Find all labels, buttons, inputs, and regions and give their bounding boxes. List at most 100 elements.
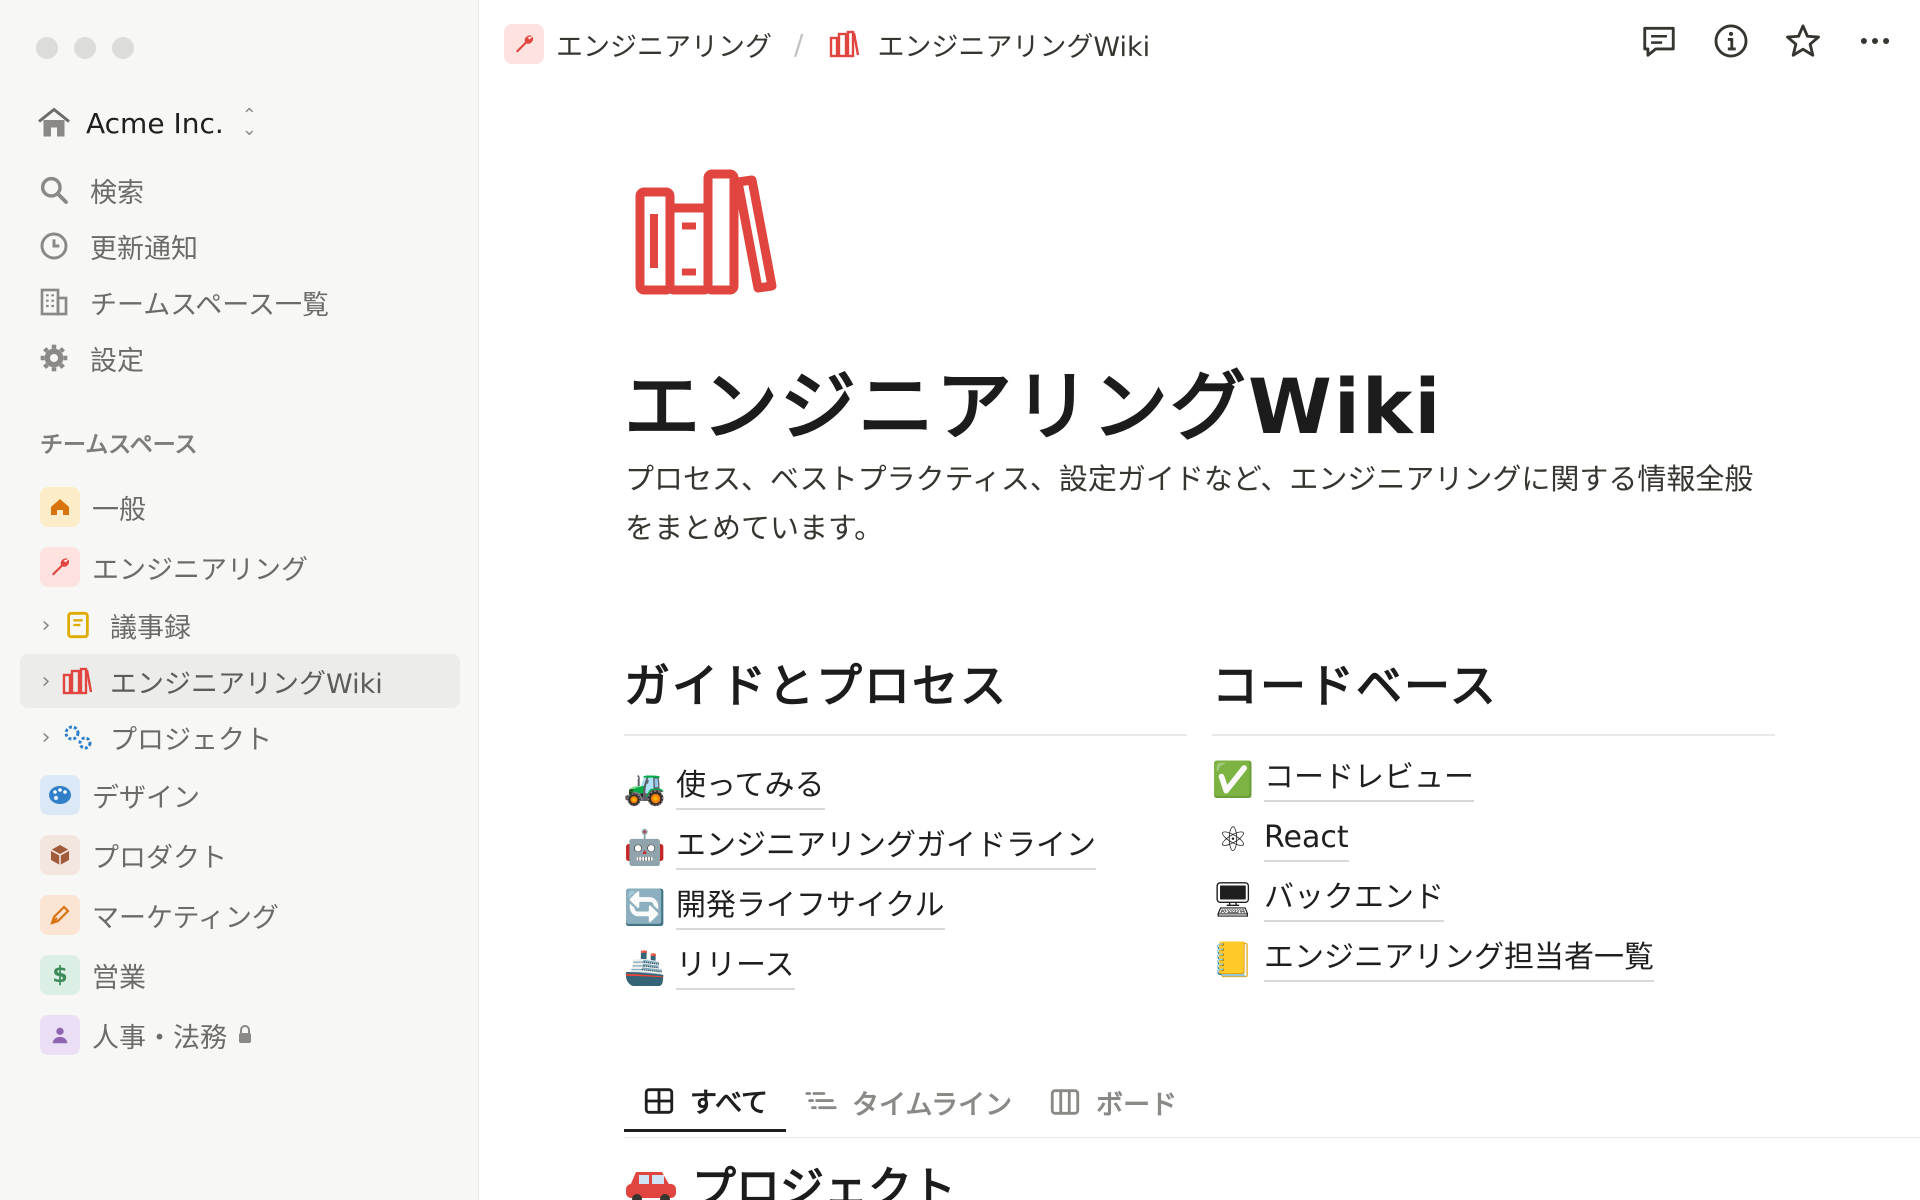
sidebar-item-engineering-wiki[interactable]: › エンジニアリングWiki: [20, 654, 460, 708]
guides-heading: ガイドとプロセス: [624, 650, 1187, 736]
link-dev-lifecycle[interactable]: 🔄 開発ライフサイクル: [624, 878, 1187, 938]
link-engineering-guidelines[interactable]: 🤖 エンジニアリングガイドライン: [624, 818, 1187, 878]
cycle-icon: 🔄: [623, 888, 667, 928]
checkbox-icon: ✅: [1211, 760, 1255, 800]
wrench-icon: [504, 24, 544, 64]
zoom-window-button[interactable]: [112, 37, 134, 59]
chevron-right-icon[interactable]: ›: [34, 725, 58, 750]
sidebar-item-meeting-notes[interactable]: › 議事録: [20, 598, 460, 652]
link-getting-started[interactable]: 🚜 使ってみる: [624, 758, 1187, 818]
link-react[interactable]: ⚛ React: [1212, 810, 1775, 870]
breadcrumb-current[interactable]: エンジニアリングWiki: [877, 25, 1150, 64]
sidebar-item-product[interactable]: プロダクト: [20, 828, 460, 882]
page-actions: [1640, 22, 1894, 60]
link-label: React: [1264, 818, 1349, 862]
sidebar-item-label: 設定: [90, 345, 144, 377]
link-backend[interactable]: 🖥 バックエンド: [1211, 870, 1775, 930]
projects-heading: プロジェクト: [624, 1152, 956, 1200]
projects-heading-label: プロジェクト: [692, 1163, 956, 1200]
building-icon: [40, 288, 68, 316]
link-engineering-members[interactable]: 📒 エンジニアリング担当者一覧: [1212, 930, 1775, 990]
sidebar-item-label: エンジニアリング: [92, 554, 308, 586]
sidebar-item-engineering[interactable]: エンジニアリング: [20, 540, 460, 594]
chevron-updown-icon: ⌃ ⌄: [241, 105, 257, 140]
page-title[interactable]: エンジニアリングWiki: [624, 345, 1442, 455]
computer-icon: 🖥: [1211, 880, 1255, 920]
link-label: コードレビュー: [1264, 758, 1474, 802]
breadcrumb: エンジニアリング / エンジニアリングWiki: [504, 24, 1150, 64]
notebook-icon: [58, 605, 98, 645]
atom-icon: ⚛: [1217, 820, 1249, 860]
link-label: 開発ライフサイクル: [676, 886, 945, 930]
board-icon: [1050, 1089, 1080, 1115]
info-icon[interactable]: [1712, 22, 1750, 60]
close-window-button[interactable]: [36, 37, 58, 59]
timeline-icon: [805, 1092, 837, 1110]
sidebar-item-teamspaces[interactable]: チームスペース一覧: [38, 280, 329, 324]
dollar-icon: $: [40, 955, 80, 995]
link-code-review[interactable]: ✅ コードレビュー: [1212, 750, 1775, 810]
tractor-icon: 🚜: [623, 768, 667, 808]
sidebar-item-label: 営業: [92, 962, 146, 994]
wrench-icon: [40, 547, 80, 587]
sidebar-item-label: 更新通知: [90, 233, 198, 265]
ship-icon: 🚢: [623, 948, 667, 988]
sidebar-item-updates[interactable]: 更新通知: [38, 224, 198, 268]
books-icon: [58, 661, 98, 701]
link-label: エンジニアリング担当者一覧: [1264, 938, 1654, 982]
tab-label: タイムライン: [852, 1089, 1013, 1121]
lock-icon: [237, 1020, 253, 1051]
sidebar-item-label: マーケティング: [92, 902, 279, 934]
tab-label: ボード: [1096, 1089, 1178, 1121]
sidebar-item-sales[interactable]: $ 営業: [20, 948, 460, 1002]
sidebar-item-label: 検索: [90, 177, 144, 209]
sidebar-item-label: プロダクト: [92, 842, 227, 874]
link-label: 使ってみる: [676, 766, 825, 810]
codebase-heading: コードベース: [1212, 650, 1775, 736]
tab-board[interactable]: ボード: [1030, 1072, 1195, 1132]
sidebar-item-label: 議事録: [110, 612, 191, 644]
robot-icon: 🤖: [623, 828, 667, 868]
guides-section: ガイドとプロセス 🚜 使ってみる 🤖 エンジニアリングガイドライン 🔄 開発ライ…: [624, 650, 1187, 998]
package-icon: [40, 835, 80, 875]
sidebar-item-projects[interactable]: › プロジェクト: [20, 710, 460, 764]
link-label: リリース: [676, 946, 795, 990]
sidebar-item-label: 一般: [92, 494, 146, 526]
clock-icon: [40, 232, 68, 260]
chevron-right-icon[interactable]: ›: [34, 669, 58, 694]
chevron-right-icon[interactable]: ›: [34, 613, 58, 638]
sidebar-item-settings[interactable]: 設定: [38, 336, 144, 380]
workspace-switcher[interactable]: Acme Inc. ⌃ ⌄: [36, 100, 257, 146]
more-icon[interactable]: [1856, 22, 1894, 60]
sidebar-item-label: チームスペース一覧: [90, 289, 329, 321]
tab-all[interactable]: すべて: [624, 1072, 787, 1132]
link-release[interactable]: 🚢 リリース: [624, 938, 1187, 998]
sidebar-item-hr-legal[interactable]: 人事・法務: [20, 1008, 460, 1062]
car-icon: [626, 1172, 676, 1200]
top-bar: エンジニアリング / エンジニアリングWiki: [480, 0, 1920, 88]
books-icon[interactable]: [634, 168, 780, 296]
search-icon: [40, 176, 68, 204]
ledger-icon: 📒: [1211, 940, 1255, 980]
sidebar-item-label: デザイン: [92, 782, 200, 814]
sidebar-item-marketing[interactable]: マーケティング: [20, 888, 460, 942]
star-icon[interactable]: [1784, 22, 1822, 60]
sidebar-item-label: プロジェクト: [110, 724, 272, 756]
breadcrumb-parent[interactable]: エンジニアリング: [556, 25, 772, 64]
sidebar-item-design[interactable]: デザイン: [20, 768, 460, 822]
link-label: バックエンド: [1264, 878, 1444, 922]
comment-icon[interactable]: [1640, 22, 1678, 60]
teamspace-section-label: チームスペース: [40, 432, 198, 458]
home-icon: [40, 487, 80, 527]
view-tabs: すべて タイムライン ボード: [624, 1072, 1920, 1138]
person-icon: [40, 1015, 80, 1055]
minimize-window-button[interactable]: [74, 37, 96, 59]
sidebar-item-label: エンジニアリングWiki: [110, 668, 383, 700]
gears-icon: [58, 717, 98, 757]
tab-label: すべて: [690, 1088, 769, 1119]
tab-timeline[interactable]: タイムライン: [786, 1072, 1030, 1132]
sidebar-item-general[interactable]: 一般: [20, 480, 460, 534]
page-description[interactable]: プロセス、ベストプラクティス、設定ガイドなど、エンジニアリングに関する情報全般を…: [625, 455, 1775, 553]
workspace-name: Acme Inc.: [86, 106, 224, 140]
sidebar-item-search[interactable]: 検索: [38, 168, 144, 212]
